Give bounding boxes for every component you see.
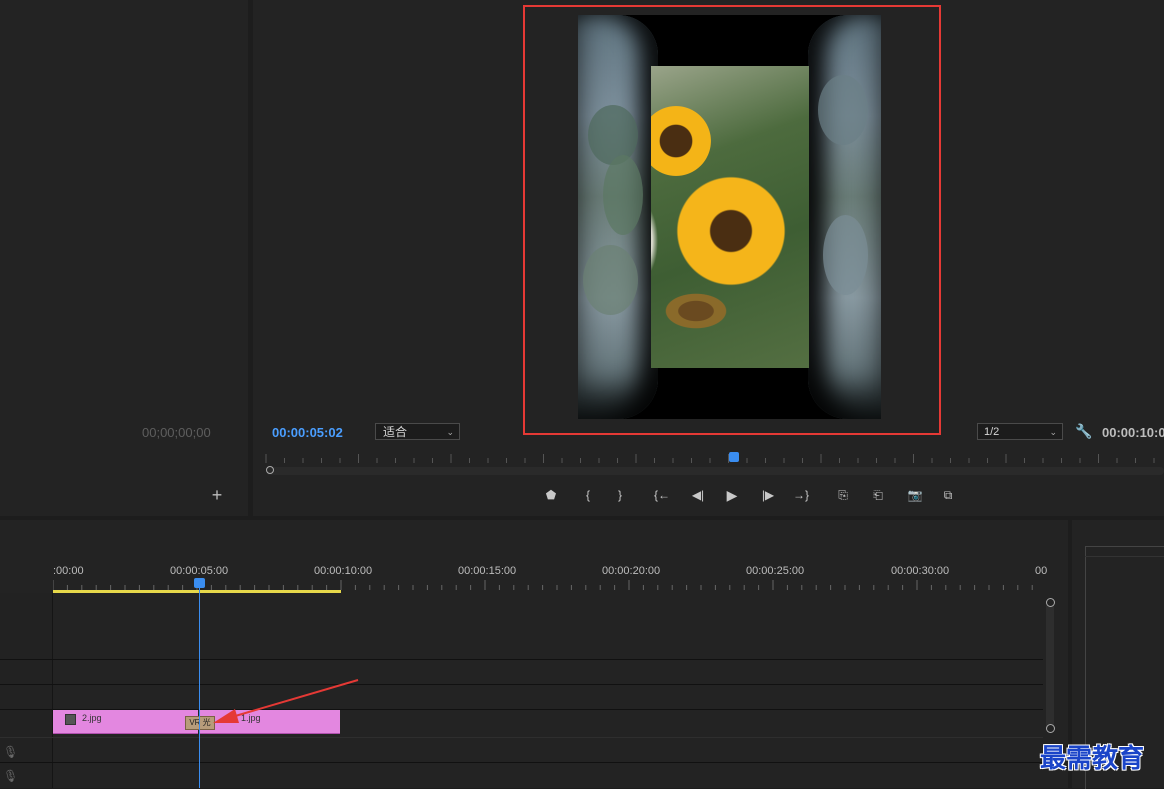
play-button[interactable]: ▶ [722, 487, 742, 503]
extract-button[interactable]: ⎗ [868, 487, 888, 503]
track-divider [0, 659, 1043, 660]
timeline-panel [0, 520, 1068, 788]
ruler-label: 00:00:20:00 [602, 565, 661, 577]
wrench-icon[interactable]: 🔧 [1075, 423, 1092, 439]
program-time-ruler[interactable] [264, 452, 1164, 464]
work-area-bar[interactable] [53, 590, 341, 593]
export-frame-button[interactable]: 📷 [905, 487, 925, 503]
watermark: 最需教育 [1040, 744, 1145, 774]
program-zoom-handle[interactable] [266, 466, 274, 474]
program-playhead[interactable] [729, 452, 739, 462]
ruler-label: 00:00:30:00 [891, 565, 950, 577]
ruler-label: 00:00:05:00 [170, 565, 229, 577]
resolution-dropdown-label: 1/2 [984, 426, 1000, 438]
annotation-arrow-icon [213, 679, 359, 723]
scroll-handle-bottom[interactable] [1046, 724, 1055, 733]
program-zoom-scrollbar[interactable] [266, 467, 1164, 475]
ruler-label: 00:00:10:00 [314, 565, 373, 577]
step-back-button[interactable]: ◀| [688, 487, 708, 503]
track-headers: 🎙 🎙 [0, 593, 53, 788]
program-timecode[interactable]: 00:00:05:02 [272, 425, 343, 440]
mic-icon[interactable]: 🎙 [3, 769, 18, 783]
go-to-out-button[interactable]: →} [791, 487, 811, 503]
resolution-dropdown[interactable]: 1/2 ⌄ [977, 423, 1063, 440]
source-timecode[interactable]: 00;00;00;00 [142, 425, 211, 440]
chevron-down-icon: ⌄ [1049, 427, 1057, 437]
program-duration: 00:00:10:0 [1102, 425, 1164, 440]
mic-icon[interactable]: 🎙 [3, 745, 18, 759]
highlight-box [523, 5, 941, 435]
ruler-label: :00:00 [53, 565, 84, 577]
fit-dropdown-label: 适合 [383, 425, 408, 439]
scroll-handle-top[interactable] [1046, 598, 1055, 607]
timeline-vertical-scrollbar[interactable] [1046, 600, 1054, 730]
add-marker-button[interactable]: ⬟ [541, 487, 561, 503]
chevron-down-icon: ⌄ [446, 427, 454, 437]
step-forward-button[interactable]: |▶ [758, 487, 778, 503]
mark-in-button[interactable]: { [578, 487, 598, 503]
mark-out-button[interactable]: } [610, 487, 630, 503]
go-to-in-button[interactable]: {← [652, 487, 672, 503]
track-divider [0, 684, 1043, 685]
comparison-view-button[interactable]: ⧉ [938, 487, 958, 503]
ruler-label: 00:00:15:00 [458, 565, 517, 577]
clip-2jpg[interactable]: 2.jpg [53, 710, 198, 734]
lift-button[interactable]: ⎘ [833, 487, 853, 503]
track-divider [0, 762, 1043, 763]
fit-dropdown[interactable]: 适合 ⌄ [375, 423, 460, 440]
clip-label: 2.jpg [82, 713, 102, 723]
ruler-label: 00:00:25:00 [746, 565, 805, 577]
source-monitor-panel [0, 0, 248, 516]
timeline-playhead-line [199, 588, 200, 788]
add-button[interactable]: + [209, 486, 225, 504]
timeline-playhead[interactable] [194, 578, 205, 588]
track-divider [0, 737, 1043, 738]
fx-badge-icon [65, 714, 76, 725]
ruler-label: 00 [1035, 565, 1048, 577]
